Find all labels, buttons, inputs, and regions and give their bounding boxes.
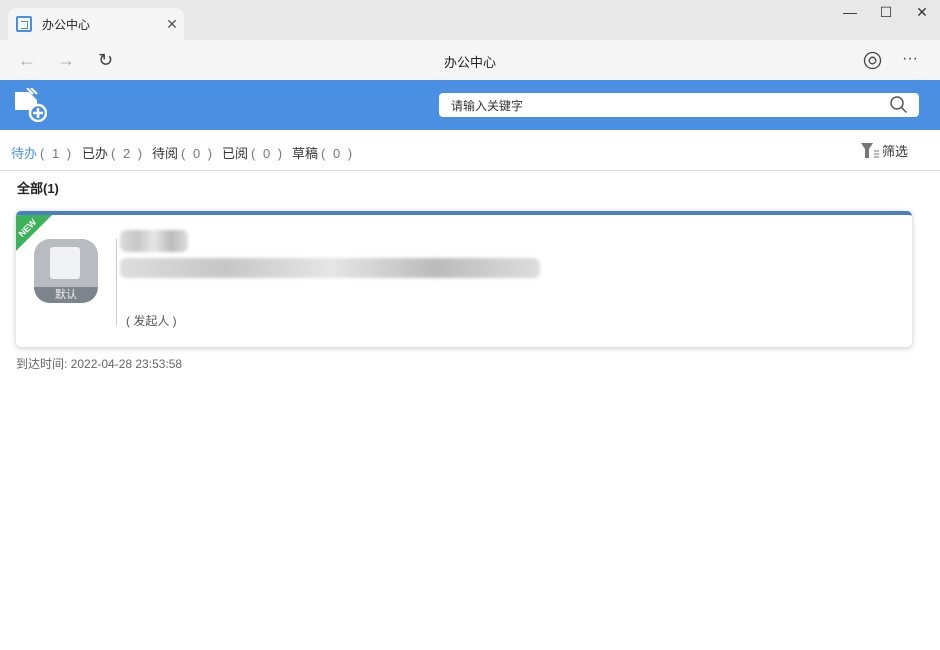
app-favicon-icon xyxy=(16,16,32,32)
initiator-label: ( 发起人 ) xyxy=(126,314,177,328)
status-tabs: 待办( 1 ) 已办( 2 ) 待阅( 0 ) 已阅( 0 ) 草稿( 0 ) … xyxy=(0,130,940,171)
tab-count: ( 0 ) xyxy=(251,146,285,161)
browser-tab[interactable]: 办公中心 ✕ xyxy=(8,8,184,40)
tab-done[interactable]: 已办( 2 ) xyxy=(82,143,144,162)
tab-title: 办公中心 xyxy=(42,17,91,32)
search-placeholder: 请输入关键字 xyxy=(451,98,524,113)
search-input[interactable]: 请输入关键字 xyxy=(439,93,919,117)
tab-count: ( 0 ) xyxy=(321,146,355,161)
redacted-subject xyxy=(120,258,540,278)
maximize-button[interactable]: ☐ xyxy=(868,2,904,22)
search-icon[interactable] xyxy=(889,95,909,115)
app-icon: 默认 xyxy=(34,239,98,303)
nav-bar: ← → ↻ 办公中心 ··· xyxy=(0,40,940,80)
redacted-title xyxy=(120,230,188,252)
app-header: 请输入关键字 xyxy=(0,80,940,130)
more-button[interactable]: ··· xyxy=(902,49,918,69)
tab-read[interactable]: 已阅( 0 ) xyxy=(222,143,284,162)
page-title: 办公中心 xyxy=(443,55,496,70)
filter-label: 筛选 xyxy=(881,144,908,159)
tab-label: 草稿 xyxy=(292,146,319,161)
tab-label: 已阅 xyxy=(222,146,249,161)
filter-button[interactable]: 筛选 xyxy=(860,141,908,160)
arrival-time: 到达时间: 2022-04-28 23:53:58 xyxy=(16,357,183,371)
tab-label: 待办 xyxy=(11,146,38,161)
workflow-icon xyxy=(50,247,80,279)
chrome-icon[interactable] xyxy=(863,51,882,70)
tab-count: ( 1 ) xyxy=(40,146,74,161)
filter-icon xyxy=(860,142,879,158)
tab-label: 待阅 xyxy=(152,146,179,161)
tab-count: ( 0 ) xyxy=(181,146,215,161)
title-bar: 办公中心 ✕ — ☐ ✕ xyxy=(0,0,940,40)
app-icon-label: 默认 xyxy=(34,287,98,303)
tab-drafts[interactable]: 草稿( 0 ) xyxy=(292,143,354,162)
tab-count: ( 2 ) xyxy=(111,146,145,161)
minimize-button[interactable]: — xyxy=(832,2,868,22)
new-document-icon[interactable] xyxy=(15,88,47,122)
tab-close-button[interactable]: ✕ xyxy=(160,16,184,33)
tab-to-read[interactable]: 待阅( 0 ) xyxy=(152,143,214,162)
window-close-button[interactable]: ✕ xyxy=(904,2,940,22)
tab-label: 已办 xyxy=(82,146,109,161)
section-title: 全部(1) xyxy=(17,181,59,196)
task-card[interactable]: NEW 默认 ( 发起人 ) xyxy=(16,211,912,347)
divider xyxy=(116,239,117,326)
tab-todo[interactable]: 待办( 1 ) xyxy=(11,143,73,162)
